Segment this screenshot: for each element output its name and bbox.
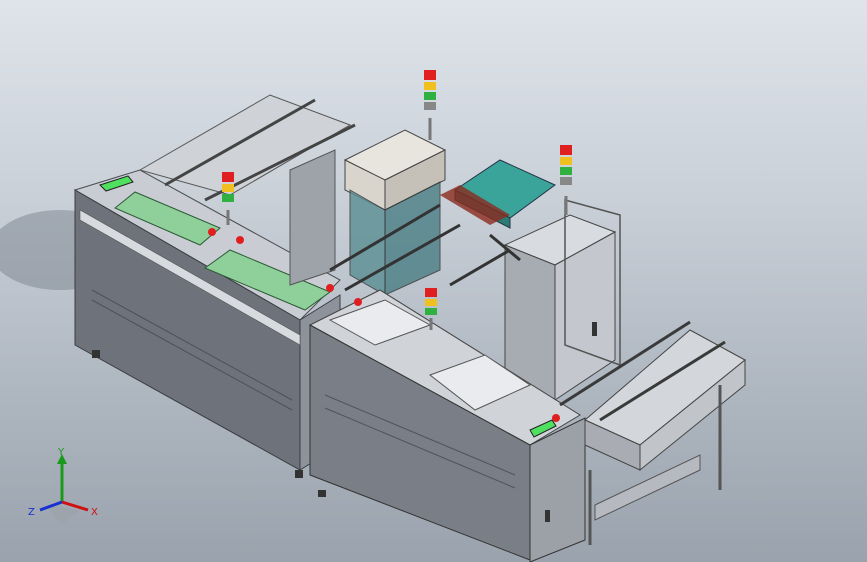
left-machine-estop-button[interactable] xyxy=(326,284,334,292)
front-signal-red-icon xyxy=(425,288,437,297)
outfeed-conveyor-shelf xyxy=(594,454,701,521)
center-signal-yellow-icon xyxy=(424,82,436,90)
y-axis-label: Y xyxy=(57,447,65,458)
teal-pcb-magazine[interactable] xyxy=(440,159,556,229)
front-machine-door-handle[interactable] xyxy=(545,510,550,522)
front-machine-estop-button[interactable] xyxy=(552,414,560,422)
right-signal-red-icon xyxy=(560,145,572,155)
left-signal-yellow-icon xyxy=(222,184,234,192)
right-signal-green-icon xyxy=(560,167,572,175)
machine-assembly-model[interactable]: Y X Z xyxy=(0,0,867,562)
z-axis-label: Z xyxy=(28,507,35,518)
left-machine-estop-button[interactable] xyxy=(208,228,216,236)
triad-base xyxy=(45,505,80,525)
left-machine-foot xyxy=(92,350,100,358)
front-signal-yellow-icon xyxy=(425,299,437,306)
left-machine-foot xyxy=(295,470,303,478)
center-signal-red-icon xyxy=(424,70,436,80)
front-signal-green-icon xyxy=(425,308,437,315)
left-machine-estop-button[interactable] xyxy=(236,236,244,244)
axis-triad: Y X Z xyxy=(28,447,98,525)
center-signal-green-icon xyxy=(424,92,436,100)
right-signal-base-icon xyxy=(560,177,572,185)
center-signal-base-icon xyxy=(424,102,436,110)
right-cabinet-door-handle[interactable] xyxy=(592,322,597,336)
cad-viewport[interactable]: Y X Z xyxy=(0,0,867,562)
front-machine-estop-button[interactable] xyxy=(354,298,362,306)
left-rear-conveyor-leg-panel xyxy=(289,149,336,286)
left-signal-red-icon xyxy=(222,172,234,182)
transfer-rail xyxy=(449,248,511,287)
left-signal-green-icon xyxy=(222,194,234,202)
x-axis-label: X xyxy=(91,507,98,518)
front-machine-foot xyxy=(318,490,326,497)
right-signal-yellow-icon xyxy=(560,157,572,165)
